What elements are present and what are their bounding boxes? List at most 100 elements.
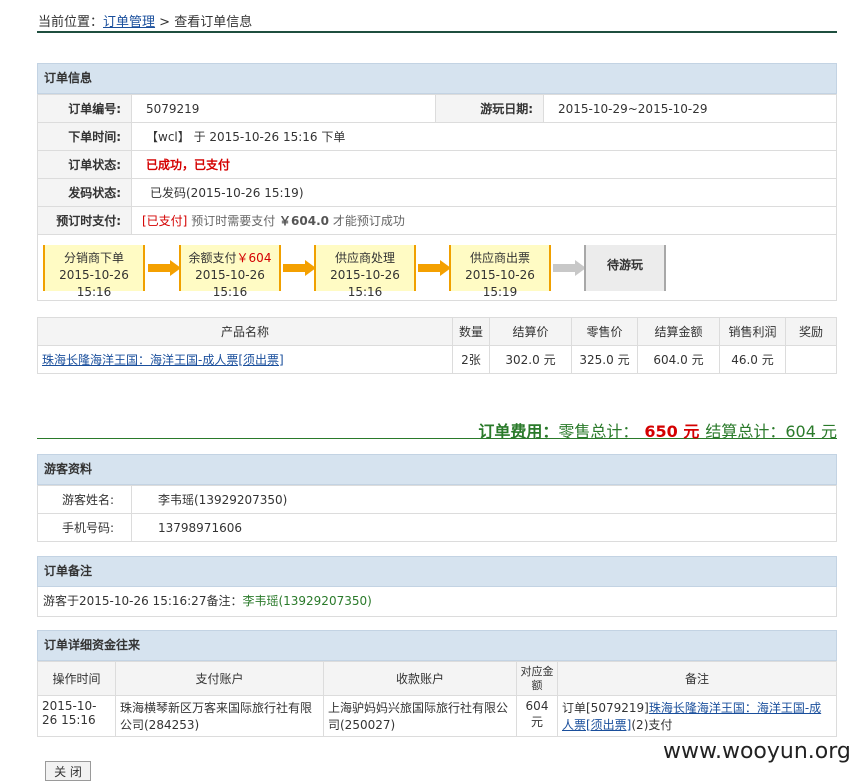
flow-arrow-icon [553,260,586,276]
retail-total-amount: 650 元 [644,422,700,441]
col-qty: 数量 [452,317,490,346]
tourist-phone-label: 手机号码: [37,513,132,542]
play-date-value: 2015-10-29~2015-10-29 [543,94,837,123]
flow-step-2-title: 余额支付￥604 [181,250,279,267]
flow-step-5-title: 待游玩 [606,258,643,272]
flow-step-4: 供应商出票 2015-10-26 15:19 [449,245,551,299]
col-amount: 对应金额 [516,661,558,696]
order-no-label: 订单编号: [37,94,132,123]
status-value: 已成功，已支付 [131,150,837,179]
order-time-text: 于 2015-10-26 15:16 下单 [193,130,346,144]
tourist-section: 游客资料 游客姓名: 李韦瑶(13929207350) 手机号码: 137989… [37,454,837,542]
flow-step-3-title: 供应商处理 [334,251,395,265]
settle-amount-cell: 604.0 元 [637,345,720,374]
note-prefix: 订单[5079219] [562,701,649,715]
remark-section: 订单备注 游客于2015-10-26 15:16:27备注：李韦瑶(139292… [37,556,837,617]
flow-step-4-title: 供应商出票 [469,251,530,265]
flow-step-3-time: 2015-10-26 15:16 [330,268,400,299]
finance-title: 订单详细资金往来 [37,630,837,661]
order-time-value: 【wcl】 于 2015-10-26 15:16 下单 [131,122,837,151]
flow-arrow-icon [283,260,316,276]
product-section: 产品名称 数量 结算价 零售价 结算金额 销售利润 奖励 珠海长隆海洋王国：海洋… [37,317,837,374]
settle-price-cell: 302.0 元 [489,345,572,374]
product-name-cell: 珠海长隆海洋王国：海洋王国-成人票[须出票] [37,345,453,374]
flow-step-1-time: 2015-10-26 15:16 [59,268,129,299]
total-label: 订单费用： [478,422,559,441]
flow-arrow-icon [418,260,451,276]
tourist-name-label: 游客姓名: [37,485,132,514]
col-profit: 销售利润 [719,317,786,346]
flow-step-2-label: 余额支付 [188,251,237,265]
profit-cell: 46.0 元 [719,345,786,374]
order-time-label: 下单时间: [37,122,132,151]
breadcrumb: 当前位置：订单管理 > 查看订单信息 [38,11,252,30]
finance-section: 订单详细资金往来 操作时间 支付账户 收款账户 对应金额 备注 2015-10-… [37,630,837,737]
flow-step-1: 分销商下单 2015-10-26 15:16 [43,245,145,299]
op-time-cell: 2015-10-26 15:16 [37,695,116,737]
order-info-section: 订单信息 订单编号: 5079219 游玩日期: 2015-10-29~2015… [37,63,837,301]
flow-step-1-title: 分销商下单 [63,251,124,265]
remark-who: 李韦瑶(13929207350) [242,594,372,608]
col-settle-price: 结算价 [489,317,572,346]
col-product-name: 产品名称 [37,317,453,346]
code-status-label: 发码状态: [37,178,132,207]
flow-step-2-amount: ￥604 [236,251,272,265]
flow-step-5: 待游玩 [584,245,666,291]
col-note: 备注 [557,661,837,696]
flow-step-3: 供应商处理 2015-10-26 15:16 [314,245,416,299]
close-button[interactable]: 关 闭 [45,761,91,781]
play-date-label: 游玩日期: [435,94,544,123]
col-op-time: 操作时间 [37,661,116,696]
breadcrumb-current: 查看订单信息 [174,15,253,30]
tourist-phone-value: 13798971606 [131,513,837,542]
code-status-value: 已发码(2015-10-26 15:19) [131,178,837,207]
order-total: 订单费用：零售总计： 650 元结算总计：604 元 [37,418,837,441]
breadcrumb-prefix: 当前位置： [38,15,104,30]
remark-body: 游客于2015-10-26 15:16:27备注：李韦瑶(13929207350… [37,587,837,617]
retail-price-cell: 325.0 元 [571,345,638,374]
tourist-name-value: 李韦瑶(13929207350) [131,485,837,514]
reward-cell [785,345,837,374]
flow-step-2-time: 2015-10-26 15:16 [195,268,265,299]
watermark: www.wooyun.org [663,739,851,764]
table-row: 珠海长隆海洋王国：海洋王国-成人票[须出票] 2张 302.0 元 325.0 … [37,345,837,374]
remark-title: 订单备注 [37,556,837,587]
order-flow: 分销商下单 2015-10-26 15:16 余额支付￥604 2015-10-… [37,235,837,301]
order-user: 【wcl】 [146,130,190,144]
flow-arrow-icon [148,260,181,276]
order-info-table: 订单编号: 5079219 游玩日期: 2015-10-29~2015-10-2… [37,94,837,235]
col-retail-price: 零售价 [571,317,638,346]
prepay-amount: ￥604.0 [279,214,330,228]
product-table-header: 产品名称 数量 结算价 零售价 结算金额 销售利润 奖励 [37,317,837,346]
finance-table-header: 操作时间 支付账户 收款账户 对应金额 备注 [37,661,837,696]
flow-step-4-time: 2015-10-26 15:19 [465,268,535,299]
product-link[interactable]: 珠海长隆海洋王国：海洋王国-成人票[须出票] [42,353,284,367]
status-label: 订单状态: [37,150,132,179]
col-payee: 收款账户 [323,661,517,696]
flow-step-2: 余额支付￥604 2015-10-26 15:16 [179,245,281,299]
tourist-table: 游客姓名: 李韦瑶(13929207350) 手机号码: 13798971606 [37,485,837,542]
breadcrumb-link-order-management[interactable]: 订单管理 [103,15,155,30]
prepay-text1: 预订时需要支付 [191,214,276,228]
prepay-label: 预订时支付: [37,206,132,235]
retail-total-label: 零售总计： [558,422,639,441]
table-row: 2015-10-26 15:16 珠海横琴新区万客来国际旅行社有限公司(2842… [37,695,837,737]
prepay-text2: 才能预订成功 [332,214,405,228]
prepay-tag: [已支付] [142,214,188,228]
finance-table: 操作时间 支付账户 收款账户 对应金额 备注 2015-10-26 15:16 … [37,661,837,737]
qty-cell: 2张 [452,345,490,374]
order-info-title: 订单信息 [37,63,837,94]
breadcrumb-sep: > [155,15,175,30]
payer-cell: 珠海横琴新区万客来国际旅行社有限公司(284253) [115,695,324,737]
amount-cell: 604元 [516,695,558,737]
note-cell: 订单[5079219]珠海长隆海洋王国：海洋王国-成人票[须出票](2)支付 [557,695,837,737]
col-reward: 奖励 [785,317,837,346]
settle-total: 结算总计：604 元 [705,422,837,441]
note-suffix: (2)支付 [631,718,673,732]
col-settle-amount: 结算金额 [637,317,720,346]
breadcrumb-divider [37,31,837,33]
tourist-title: 游客资料 [37,454,837,485]
prepay-value: [已支付] 预订时需要支付 ￥604.0 才能预订成功 [131,206,837,235]
payee-cell: 上海驴妈妈兴旅国际旅行社有限公司(250027) [323,695,517,737]
col-payer: 支付账户 [115,661,324,696]
